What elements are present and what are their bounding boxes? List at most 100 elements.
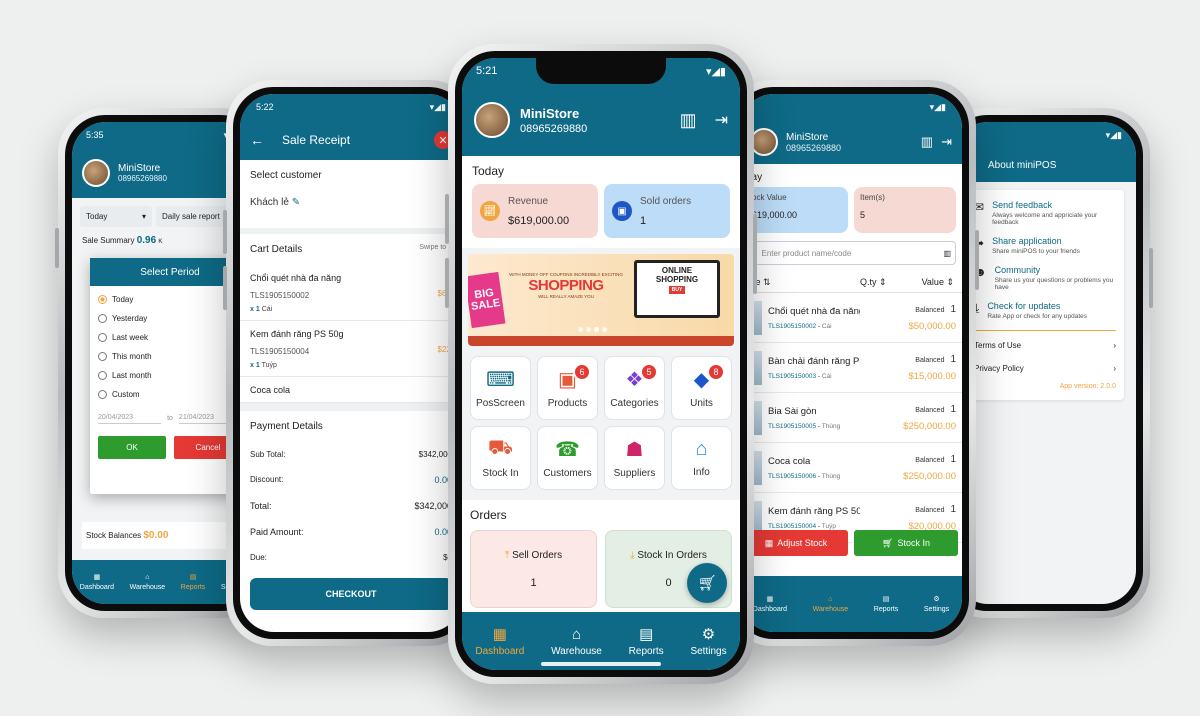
avatar[interactable] <box>82 159 110 187</box>
stockin-orders-card[interactable]: ⤓ Stock In Orders 0 🛒︎ <box>605 530 732 608</box>
period-option[interactable]: Last week <box>98 328 242 347</box>
cart-item[interactable]: Kem đánh răng PS 50g TLS1905150004 x 1 Tuý… <box>240 321 462 377</box>
select-customer-label: Select customer <box>250 170 322 181</box>
barcode-scan-icon: ▥ <box>943 248 951 258</box>
reports-icon: ▤ <box>189 574 197 581</box>
store-name: MiniStore <box>786 131 829 143</box>
adjust-stock-button[interactable]: ▦ Adjust Stock <box>744 530 848 556</box>
edit-icon: ✎ <box>291 197 301 208</box>
dashboard-icon: ▦ <box>492 626 507 643</box>
send-feedback[interactable]: ✉ Send feedback Always welcome and appric… <box>974 200 1116 226</box>
cart-plus-icon: 🛒︎ <box>697 575 717 592</box>
checkout-button[interactable]: CHECKOUT <box>250 578 452 610</box>
revenue-card: 📈︎ Revenue $619,000.00 <box>472 184 598 238</box>
product-search[interactable]: ⌕ Enter product name/code ▥ <box>746 241 956 265</box>
status-time: 5:35 <box>86 130 104 140</box>
nav-reports[interactable]: ▤ Reports <box>629 625 664 657</box>
nav-dashboard[interactable]: ▦ Dashboard <box>475 625 524 657</box>
avatar[interactable] <box>750 128 778 156</box>
warehouse-screen: ▾◢▮ MiniStore 08965269880 ▥ ⇥ day ock Va… <box>740 94 962 632</box>
cart-item[interactable]: Chổi quét nhà đa năng TLS1905150002 x 1 Cá… <box>240 265 462 321</box>
count-badge: 8 <box>707 363 725 381</box>
upload-icon: ⤒ <box>504 549 510 561</box>
tile-categories[interactable]: ❖ Categories 5 <box>604 356 665 420</box>
product-row[interactable]: Bàn chải đánh răng PS TLS1905150003 - Cái… <box>740 343 962 393</box>
stock-in-button[interactable]: 🛒︎ Stock In <box>854 530 958 556</box>
count-badge: 6 <box>573 363 591 381</box>
period-option[interactable]: Last month <box>98 366 242 385</box>
privacy-link[interactable]: Privacy Policy › <box>974 364 1116 373</box>
back-arrow-icon[interactable]: ← <box>250 132 264 148</box>
share-application[interactable]: ➦ Share application Share miniPOS to your… <box>974 236 1116 255</box>
sell-orders-card[interactable]: ⤒ Sell Orders 1 <box>470 530 597 608</box>
period-option[interactable]: Yesterday <box>98 309 242 328</box>
add-order-fab[interactable]: 🛒︎ <box>687 563 727 603</box>
contacts-icon: ☎ <box>555 439 580 461</box>
reports-icon: ▤ <box>882 596 890 603</box>
period-option[interactable]: This month <box>98 347 242 366</box>
ok-button[interactable]: OK <box>98 436 166 459</box>
period-option[interactable]: Custom <box>98 385 242 404</box>
barcode-icon[interactable]: ▥ <box>921 134 933 150</box>
store-phone: 08965269880 <box>520 122 588 135</box>
tile-customers[interactable]: ☎ Customers <box>537 426 598 490</box>
community[interactable]: ☻ Community Share us your questions or pr… <box>974 265 1116 291</box>
store-phone: 08965269880 <box>786 142 842 153</box>
product-row[interactable]: Chổi quét nhà đa năng TLS1905150002 - Cái… <box>740 293 962 343</box>
date-from-field[interactable]: 20/04/2023 <box>98 412 162 424</box>
radio-icon <box>98 371 107 380</box>
orders-title: Orders <box>470 508 507 522</box>
avatar[interactable] <box>474 102 510 138</box>
radio-icon <box>98 352 107 361</box>
tile-stock-in[interactable]: ⛟ Stock In <box>470 426 531 490</box>
period-option[interactable]: Today <box>98 290 242 309</box>
terms-link[interactable]: Terms of Use › <box>974 341 1116 350</box>
tile-products[interactable]: ▣ Products 6 <box>537 356 598 420</box>
nav-dashboard[interactable]: ▦ Dashboard <box>753 595 787 613</box>
sold-orders-card: ▣ Sold orders 1 <box>604 184 730 238</box>
warehouse-icon: ⌂ <box>145 573 150 581</box>
cart-item[interactable]: Coca cola <box>240 377 462 403</box>
nav-settings[interactable]: ⚙Settings <box>924 595 949 613</box>
product-row[interactable]: Coca cola TLS1905150006 - Thùng Balanced 1… <box>740 443 962 493</box>
warehouse-icon: ⌂ <box>828 595 833 603</box>
product-row[interactable]: Bia Sài gòn TLS1905150005 - Thùng Balanced… <box>740 393 962 443</box>
warehouse-icon: ⌂ <box>571 625 582 643</box>
table-header: me ⇅ Q.ty ⇕ Value ⇕ <box>740 273 962 293</box>
barcode-icon[interactable]: ▥ <box>680 110 697 131</box>
nav-dashboard[interactable]: ▦ Dashboard <box>80 573 114 591</box>
items-card: Item(s) 5 <box>854 187 956 233</box>
nav-settings[interactable]: ⚙Settings <box>690 625 726 657</box>
nav-warehouse[interactable]: ⌂ Warehouse <box>130 574 166 591</box>
period-select[interactable]: Today ▾ <box>80 206 152 227</box>
chevron-right-icon: › <box>1113 341 1116 350</box>
download-icon: ⤓ <box>630 549 635 561</box>
phone-dashboard: 5:21 ▾◢▮ MiniStore 08965269880 ▥ ⇥ Today … <box>445 44 757 684</box>
dashboard-icon: ▦ <box>93 574 101 581</box>
about-title: About miniPOS <box>954 148 1136 182</box>
nav-warehouse[interactable]: ⌂ Warehouse <box>813 596 849 613</box>
status-time: 5:22 <box>256 102 274 112</box>
dashboard-icon: ▦ <box>766 596 774 603</box>
chevron-right-icon: › <box>1113 364 1116 373</box>
tile-units[interactable]: ◆ Units 8 <box>671 356 732 420</box>
tile-posscreen[interactable]: ⌨ PosScreen <box>470 356 531 420</box>
tile-suppliers[interactable]: ☗ Suppliers <box>604 426 665 490</box>
today-label: day <box>746 172 763 183</box>
nav-reports[interactable]: ▤ Reports <box>181 573 206 591</box>
nav-warehouse[interactable]: ⌂ Warehouse <box>551 626 602 657</box>
check-updates[interactable]: ⤓ Check for updates Rate App or check for… <box>974 301 1116 320</box>
radio-icon <box>98 390 107 399</box>
gear-icon: ⚙ <box>701 626 716 643</box>
radio-icon <box>98 314 107 323</box>
app-version: App version: 2.0.0 <box>1059 383 1116 390</box>
dashboard-screen: 5:21 ▾◢▮ MiniStore 08965269880 ▥ ⇥ Today … <box>462 58 740 670</box>
logout-icon[interactable]: ⇥ <box>941 134 952 150</box>
logout-icon[interactable]: ⇥ <box>715 110 728 130</box>
store-icon: ⌂ <box>695 438 708 460</box>
nav-reports[interactable]: ▤ Reports <box>874 595 899 613</box>
tile-info[interactable]: ⌂ Info <box>671 426 732 490</box>
stock-balances: Stock Balances $0.00 <box>82 522 244 549</box>
customer-field[interactable]: Khách lẻ ✎ <box>250 197 452 208</box>
promo-banner[interactable]: BIG SALE WITH MONEY OFF COUPONS INCREDIBL… <box>468 254 734 346</box>
